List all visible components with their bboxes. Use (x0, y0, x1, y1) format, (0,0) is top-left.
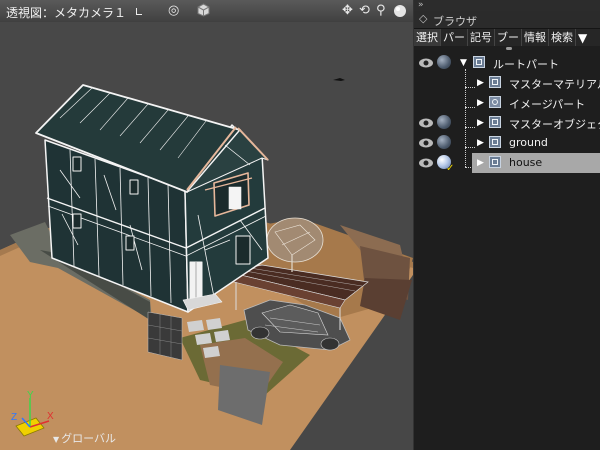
tab-resize-handle[interactable] (506, 47, 512, 50)
tree-row-master-material[interactable]: ▶ マスターマテリアル (414, 73, 600, 93)
move-icon[interactable]: ✥ (342, 3, 353, 19)
browser-tabs: 選択 パー 記号 ブー 情報 検索 ▼ (414, 29, 600, 46)
rotate-icon[interactable]: ⟲ (359, 3, 370, 19)
tree-row-ground[interactable]: ▶ ground (414, 133, 600, 153)
image-part-icon (489, 96, 501, 108)
panel-collapse-bar[interactable]: » (414, 0, 600, 11)
corner-dropdown-icon[interactable] (136, 8, 142, 15)
expand-right-icon[interactable]: ▶ (477, 77, 484, 89)
tab-symbols[interactable]: 記号 (468, 29, 495, 46)
panel-menu-icon[interactable]: ◇ (419, 12, 427, 25)
axis-x-label: X (47, 411, 54, 422)
eye-icon[interactable] (418, 56, 434, 70)
eye-icon[interactable] (418, 136, 434, 150)
expand-right-icon[interactable]: ▶ (477, 137, 484, 149)
part-icon (473, 56, 485, 68)
expand-right-icon[interactable]: ▶ (477, 97, 484, 109)
dropdown-arrow-icon: ▼ (53, 435, 60, 444)
tree-row-root-part[interactable]: ▼ ルートパート (414, 53, 600, 73)
tree-row-image-part[interactable]: ▶ イメージパート (414, 93, 600, 113)
tree-row-house[interactable]: ✓ ▶ house (414, 153, 600, 174)
tree-row-label: ground (509, 136, 548, 149)
part-icon (489, 116, 501, 128)
coordinate-mode-label: グローバル (61, 432, 117, 445)
part-icon (489, 156, 501, 168)
eye-icon[interactable] (418, 156, 434, 170)
shading-ball-icon[interactable] (437, 135, 451, 149)
perspective-viewport[interactable]: 透視図：メタカメラ１ ◎ ✥ ⟲ ⚲ Y X Z ▼ グローバル (0, 0, 413, 450)
shading-ball-icon[interactable] (437, 115, 451, 129)
tab-boolean[interactable]: ブー (495, 29, 522, 46)
axis-z-label: Z (11, 412, 17, 423)
sphere-icon[interactable] (393, 4, 407, 23)
tree-row-label: マスターマテリアル (509, 78, 600, 91)
scene-canvas[interactable]: Y X Z (0, 22, 413, 450)
viewport-header: 透視図：メタカメラ１ ◎ ✥ ⟲ ⚲ (0, 0, 413, 23)
tab-menu-arrow-icon[interactable]: ▼ (578, 31, 587, 45)
eye-icon[interactable] (418, 116, 434, 130)
double-chevron-icon[interactable]: » (418, 0, 424, 10)
target-icon[interactable]: ◎ (168, 3, 179, 19)
tab-select[interactable]: 選択 (414, 29, 441, 46)
expand-down-icon[interactable]: ▼ (460, 57, 467, 69)
zoom-icon[interactable]: ⚲ (376, 3, 386, 19)
browser-title: ブラウザ (433, 15, 477, 28)
browser-panel: » ◇ ブラウザ 選択 パー 記号 ブー 情報 検索 ▼ ▼ ルートパート ▶ (413, 0, 600, 450)
block-wall (147, 311, 183, 361)
axis-y-label: Y (27, 390, 34, 401)
tree-row-label: マスターオブジェクト (509, 118, 600, 131)
tree-row-label: イメージパート (509, 98, 586, 111)
tree-row-label: ルートパート (493, 58, 559, 71)
checkmark-icon: ✓ (446, 163, 455, 174)
tree-row-label: house (509, 156, 543, 169)
coordinate-mode-dropdown[interactable]: ▼ グローバル (53, 430, 116, 446)
tab-info[interactable]: 情報 (522, 29, 549, 46)
cube-icon[interactable] (197, 3, 210, 22)
tab-parts[interactable]: パー (441, 29, 468, 46)
tree-row-master-object[interactable]: ▶ マスターオブジェクト (414, 113, 600, 133)
shading-ball-icon[interactable] (437, 55, 451, 69)
part-icon (489, 76, 501, 88)
tab-search[interactable]: 検索 (549, 29, 576, 46)
browser-title-bar[interactable]: ◇ ブラウザ (414, 11, 600, 29)
part-icon (489, 136, 501, 148)
viewport-title[interactable]: 透視図：メタカメラ１ (6, 4, 126, 21)
expand-right-icon[interactable]: ▶ (477, 117, 484, 129)
expand-right-icon[interactable]: ▶ (477, 157, 484, 169)
